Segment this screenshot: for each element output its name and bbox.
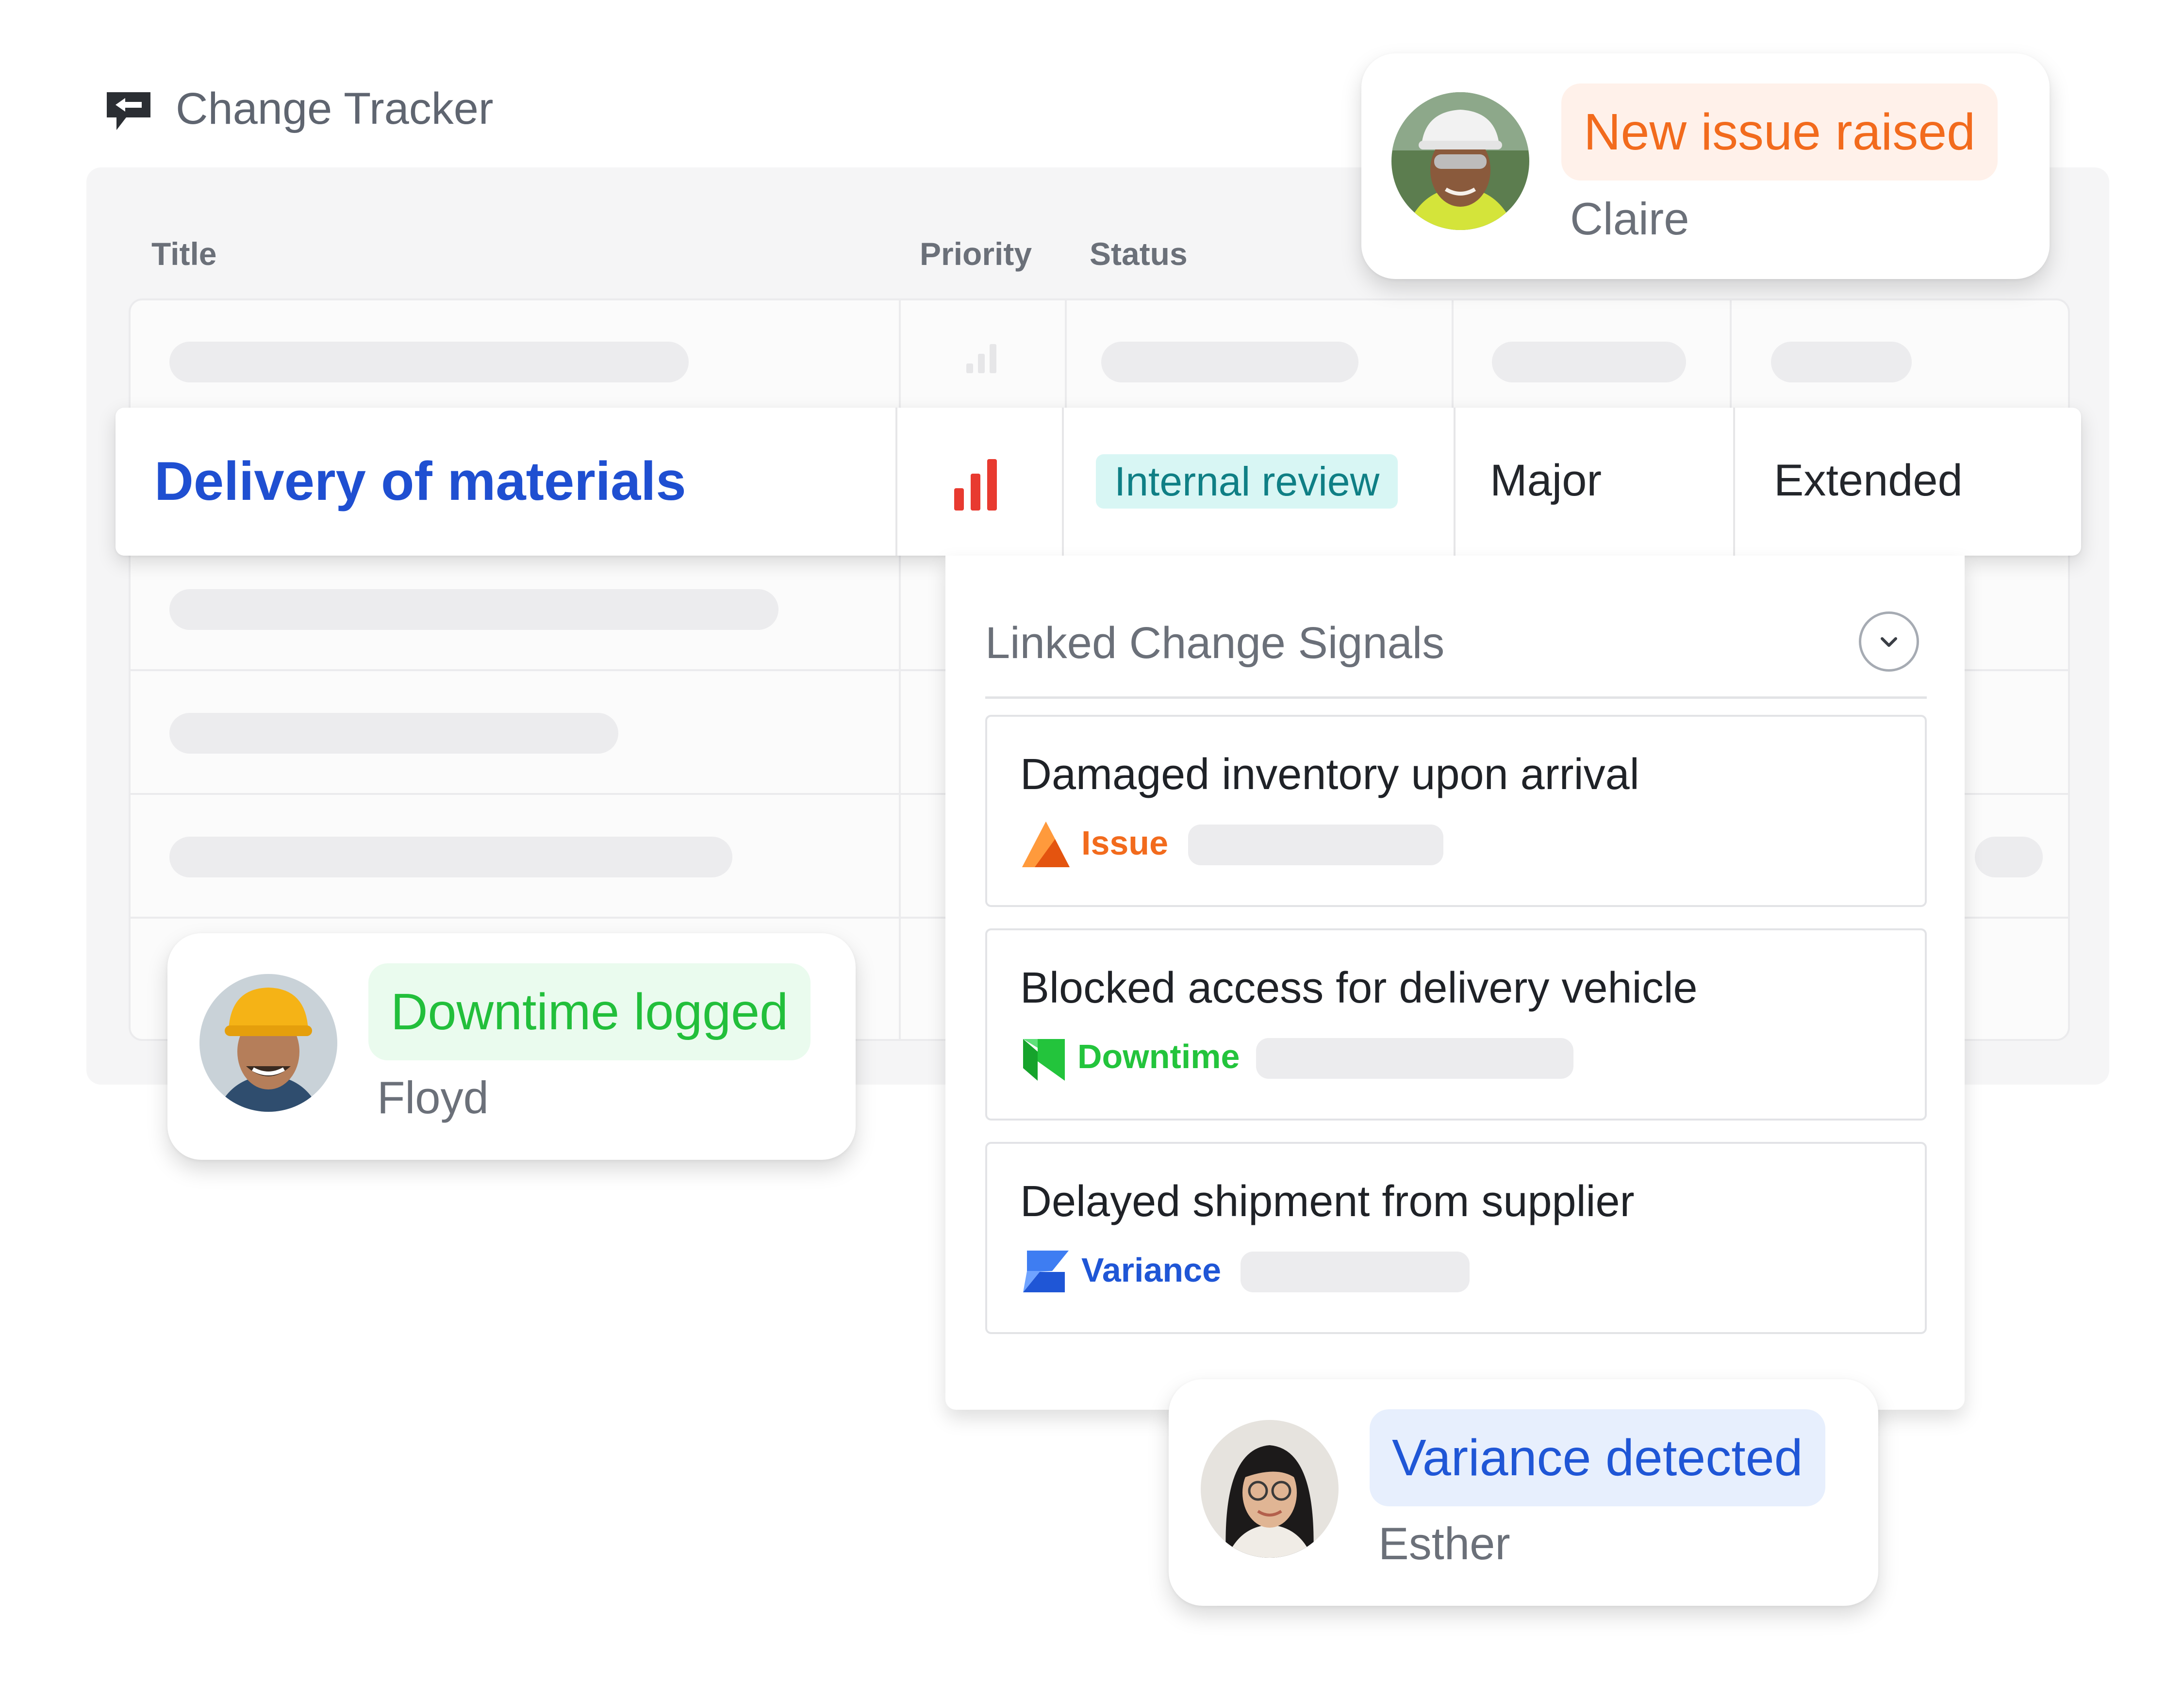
placeholder-impact <box>1492 342 1686 382</box>
placeholder-title <box>169 342 689 382</box>
app-title: Change Tracker <box>176 84 494 133</box>
chevron-down-icon <box>1881 637 1897 647</box>
priority-high-bars-icon <box>954 457 1008 511</box>
notification-person: Esther <box>1378 1518 1510 1569</box>
signal-card-variance[interactable]: Delayed shipment from supplier Variance <box>985 1142 1927 1334</box>
notification-person: Claire <box>1570 193 1689 244</box>
placeholder-bar <box>1241 1252 1470 1292</box>
variance-z-icon <box>1020 1246 1072 1297</box>
avatar <box>1201 1420 1339 1558</box>
notification-message: Variance detected <box>1370 1409 1825 1506</box>
notification-message: Downtime logged <box>368 963 811 1060</box>
notification-message: New issue raised <box>1561 83 1998 181</box>
signal-type: Downtime <box>1077 1038 1240 1075</box>
signal-card-issue[interactable]: Damaged inventory upon arrival Issue <box>985 715 1927 907</box>
signal-title: Delayed shipment from supplier <box>1020 1177 1635 1226</box>
signal-title: Damaged inventory upon arrival <box>1020 750 1639 799</box>
placeholder-bar <box>1188 825 1443 865</box>
linked-signals-panel: Linked Change Signals Damaged inventory … <box>945 556 1965 1410</box>
notification-card-esther[interactable]: Variance detected Esther <box>1169 1379 1878 1606</box>
collapse-button[interactable] <box>1859 611 1919 672</box>
signal-card-downtime[interactable]: Blocked access for delivery vehicle Down… <box>985 928 1927 1121</box>
placeholder-title <box>169 589 778 630</box>
signals-heading: Linked Change Signals <box>985 618 1445 668</box>
downtime-flag-icon <box>1020 1032 1072 1084</box>
signal-type: Variance <box>1081 1251 1221 1289</box>
table-row-highlighted[interactable]: Delivery of materials Internal review Ma… <box>116 408 2081 556</box>
avatar <box>199 974 337 1112</box>
column-header-title[interactable]: Title <box>151 238 216 270</box>
placeholder-title <box>169 837 732 877</box>
row-title[interactable]: Delivery of materials <box>154 451 686 511</box>
placeholder-schedule <box>1771 342 1912 382</box>
placeholder-status <box>1101 342 1358 382</box>
placeholder-schedule <box>1975 837 2043 877</box>
notification-card-claire[interactable]: New issue raised Claire <box>1361 53 2050 279</box>
placeholder-title <box>169 713 618 754</box>
schedule-cell: Extended <box>1774 456 1963 505</box>
placeholder-bar <box>1256 1038 1573 1079</box>
column-header-status[interactable]: Status <box>1090 238 1188 270</box>
notification-person: Floyd <box>377 1072 489 1123</box>
avatar <box>1391 92 1529 230</box>
column-header-priority[interactable]: Priority <box>920 238 1032 270</box>
chat-bubble-logo-icon <box>102 87 155 133</box>
signals-divider <box>985 696 1927 699</box>
impact-cell: Major <box>1490 456 1602 505</box>
priority-placeholder-icon <box>966 344 1000 373</box>
signal-title: Blocked access for delivery vehicle <box>1020 964 1698 1012</box>
signal-type: Issue <box>1081 824 1168 862</box>
status-badge[interactable]: Internal review <box>1096 454 1398 509</box>
notification-card-floyd[interactable]: Downtime logged Floyd <box>167 933 856 1160</box>
issue-triangle-icon <box>1020 819 1072 870</box>
